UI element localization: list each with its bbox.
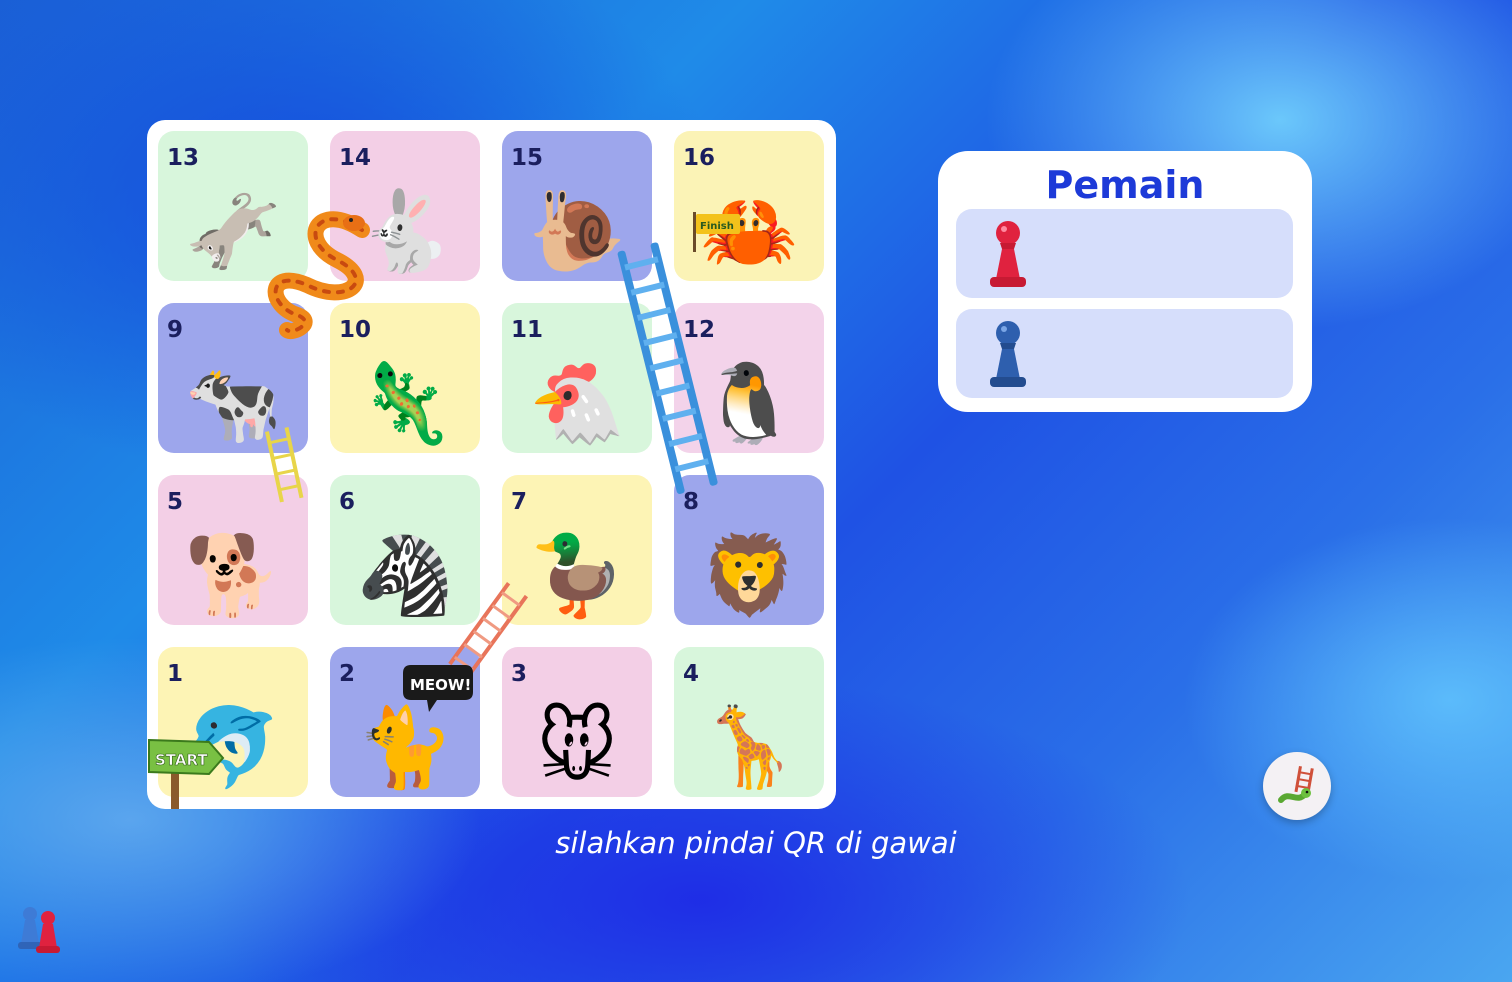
lion-icon: 🦁 (700, 531, 798, 621)
tile-number: 7 (511, 489, 528, 515)
tile-number: 15 (511, 145, 544, 171)
tile-number: 2 (339, 661, 356, 687)
cat-icon: 🐈 (356, 703, 454, 793)
tile-number: 1 (167, 661, 184, 687)
tile-number: 9 (167, 317, 184, 343)
board-tile-10: 10 🦎 (330, 303, 480, 453)
rabbit-icon: 🐇 (356, 187, 454, 277)
tile-number: 12 (683, 317, 716, 343)
board-tile-12: 12 🐧 (674, 303, 824, 453)
dog-icon: 🐕 (184, 531, 282, 621)
board-tile-15: 15 🐌 (502, 131, 652, 281)
snakes-ladders-button[interactable] (1263, 752, 1331, 820)
penguin-icon: 🐧 (700, 359, 798, 449)
tile-number: 16 (683, 145, 716, 171)
board-tile-7: 7 🦆 (502, 475, 652, 625)
app-logo-pawns-icon (18, 907, 60, 953)
game-board: 13 🫏 14 🐇 15 🐌 16 🦀 9 🐄 10 🦎 11 🐔 12 🐧 5 🐕 6 🦓 7 🦆 8 🦁 1 🐬 2 🐈 3 🐭 4 🦒 (147, 120, 836, 809)
board-tile-1: 1 🐬 (158, 647, 308, 797)
snake-ladder-icon (1278, 766, 1314, 803)
board-tile-14: 14 🐇 (330, 131, 480, 281)
player-slot-1[interactable] (956, 209, 1293, 298)
board-tile-9: 9 🐄 (158, 303, 308, 453)
tile-number: 14 (339, 145, 372, 171)
hen-icon: 🐔 (528, 359, 626, 449)
tile-number: 11 (511, 317, 544, 343)
tile-number: 8 (683, 489, 700, 515)
red-pawn-icon (990, 221, 1026, 287)
dolphin-icon: 🐬 (184, 703, 282, 793)
board-tile-6: 6 🦓 (330, 475, 480, 625)
board-tile-8: 8 🦁 (674, 475, 824, 625)
donkey-icon: 🫏 (184, 187, 282, 277)
board-tile-13: 13 🫏 (158, 131, 308, 281)
board-tile-16: 16 🦀 (674, 131, 824, 281)
tile-number: 4 (683, 661, 700, 687)
board-tile-4: 4 🦒 (674, 647, 824, 797)
cow-icon: 🐄 (184, 359, 282, 449)
zebra-icon: 🦓 (356, 531, 454, 621)
chameleon-icon: 🦎 (356, 359, 454, 449)
giraffe-icon: 🦒 (700, 703, 798, 793)
tile-number: 6 (339, 489, 356, 515)
tile-number: 13 (167, 145, 200, 171)
board-tile-11: 11 🐔 (502, 303, 652, 453)
blue-pawn-icon (990, 321, 1026, 387)
status-message: silahkan pindai QR di gawai (555, 826, 957, 860)
board-tile-3: 3 🐭 (502, 647, 652, 797)
player-slot-2[interactable] (956, 309, 1293, 398)
board-tile-5: 5 🐕 (158, 475, 308, 625)
board-tile-2: 2 🐈 (330, 647, 480, 797)
tile-number: 10 (339, 317, 372, 343)
tile-number: 3 (511, 661, 528, 687)
player-panel: Pemain (938, 151, 1312, 412)
crab-icon: 🦀 (700, 187, 798, 277)
snail-icon: 🐌 (528, 187, 626, 277)
duck-icon: 🦆 (528, 531, 626, 621)
tile-number: 5 (167, 489, 184, 515)
mouse-icon: 🐭 (536, 703, 618, 793)
player-panel-title: Pemain (1045, 163, 1205, 207)
